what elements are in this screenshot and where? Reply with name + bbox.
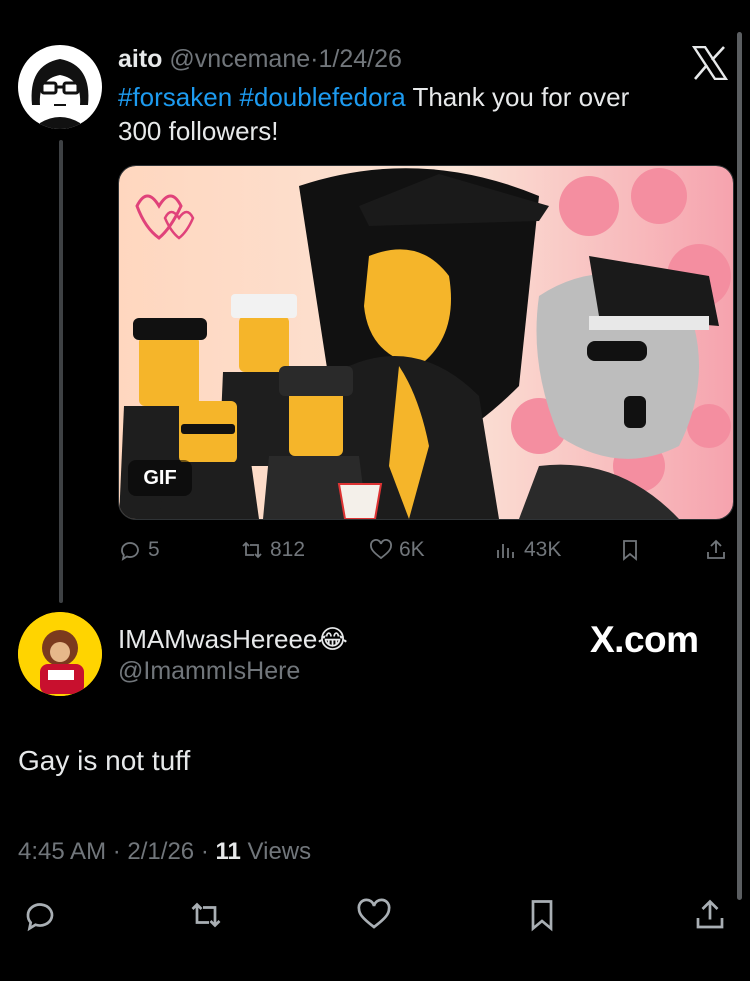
hashtag-forsaken[interactable]: #forsaken <box>118 82 232 112</box>
meta-separator-1: · <box>112 838 121 865</box>
repost-count: 812 <box>270 538 306 561</box>
reply-stat[interactable]: 5 <box>118 538 160 562</box>
share-button[interactable] <box>704 538 728 562</box>
share-button-reply[interactable] <box>692 897 728 933</box>
meta-separator-2: · <box>200 838 209 865</box>
reply-author-avatar[interactable] <box>18 612 102 696</box>
tweet-media-gif[interactable] <box>118 165 734 520</box>
reply-author-handle[interactable]: @ImammIsHere <box>118 657 300 686</box>
reply-date[interactable]: 2/1/26 <box>127 838 194 865</box>
views-count: 43K <box>524 538 562 561</box>
reply-icon <box>121 542 139 561</box>
thread-connector-line <box>59 140 63 603</box>
reply-author-name[interactable]: IMAMwasHereee😂 <box>118 624 348 655</box>
bookmark-button[interactable] <box>618 538 642 562</box>
quoted-tweet-body-line2: 300 followers! <box>118 116 279 146</box>
reply-icon <box>26 903 54 932</box>
reply-meta: 4:45 AM · 2/1/26 · 11 Views <box>18 838 311 866</box>
like-button[interactable] <box>356 897 392 933</box>
quoted-author-avatar[interactable] <box>18 45 102 129</box>
bookmark-button-reply[interactable] <box>524 897 560 933</box>
reply-views-label: Views <box>247 838 312 865</box>
bookmark-icon <box>623 540 637 561</box>
repost-button[interactable] <box>188 897 224 933</box>
share-icon <box>707 539 725 559</box>
hashtag-doublefedora[interactable]: #doublefedora <box>239 82 405 112</box>
reply-time[interactable]: 4:45 AM <box>18 838 106 865</box>
x-logo-icon[interactable] <box>691 45 729 81</box>
share-icon <box>696 899 724 929</box>
views-chart-icon <box>497 544 514 558</box>
gif-badge: GIF <box>128 460 192 496</box>
repost-icon <box>191 902 221 928</box>
reply-tweet-text: Gay is not tuff <box>18 745 191 776</box>
reply-views-count: 11 <box>215 838 241 865</box>
quoted-tweet-body: Thank you for over <box>412 82 630 112</box>
heart-icon <box>357 898 391 929</box>
quoted-author-name[interactable]: aito <box>118 45 162 73</box>
quoted-tweet-header: aito @vncemane·1/24/26 <box>118 45 402 74</box>
reply-count: 5 <box>148 538 160 561</box>
bookmark-icon <box>531 900 553 932</box>
scrollbar[interactable] <box>737 32 742 900</box>
repost-stat[interactable]: 812 <box>240 538 305 562</box>
quoted-author-handle[interactable]: @vncemane <box>169 45 310 73</box>
like-stat[interactable]: 6K <box>369 538 425 562</box>
heart-icon <box>370 539 392 560</box>
views-stat[interactable]: 43K <box>494 538 561 562</box>
repost-icon <box>242 541 262 559</box>
reply-button[interactable] <box>22 897 58 933</box>
quoted-tweet-date[interactable]: 1/24/26 <box>318 45 401 73</box>
like-count: 6K <box>399 538 425 561</box>
quoted-tweet-text: #forsaken #doublefedora Thank you for ov… <box>118 80 718 148</box>
x-com-brand: X.com <box>590 619 699 660</box>
